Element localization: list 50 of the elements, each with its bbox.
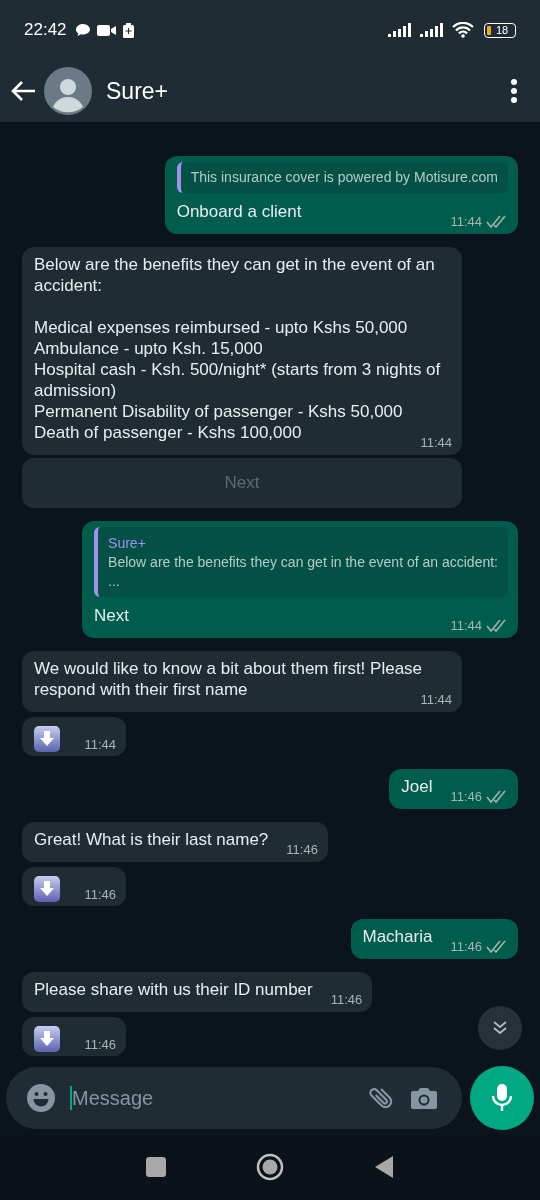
back-icon[interactable]: [374, 1155, 394, 1179]
battery-saver-icon: [122, 22, 134, 38]
message-time: 11:46: [450, 788, 482, 806]
double-chevron-down-icon: [491, 1019, 509, 1037]
quote-text: This insurance cover is powered by Motisure.com: [190, 168, 498, 187]
text-cursor: [70, 1086, 72, 1110]
message-time: 11:44: [450, 213, 482, 231]
download-icon[interactable]: [34, 1026, 60, 1052]
avatar[interactable]: [44, 67, 92, 115]
double-tick-icon: [486, 790, 508, 803]
message-time: 11:46: [330, 991, 363, 1009]
signal-icon: [420, 23, 446, 37]
message-time: 11:46: [84, 1036, 116, 1054]
message-time: 11:46: [450, 938, 482, 956]
message-time: 11:46: [84, 886, 116, 904]
wifi-icon: [452, 22, 474, 38]
video-camera-icon: [96, 23, 117, 37]
message-text: Macharia: [362, 927, 433, 946]
double-tick-icon: [486, 940, 508, 953]
camera-icon[interactable]: [410, 1086, 438, 1110]
chat-title[interactable]: Sure+: [106, 77, 168, 105]
download-icon[interactable]: [34, 726, 60, 752]
message-text: We would like to know a bit about them first! Please respond with their first name: [34, 659, 423, 699]
home-icon[interactable]: [256, 1153, 284, 1181]
chat-bubble-icon: [74, 23, 91, 37]
back-arrow-icon[interactable]: [10, 80, 36, 102]
battery-indicator: 18: [484, 22, 516, 38]
quoted-message[interactable]: Sure+ Below are the benefits they can get in the event of an accident: ...: [94, 527, 508, 597]
emoji-icon[interactable]: [26, 1083, 56, 1113]
message-text: Onboard a client: [176, 202, 302, 221]
message-text: Joel: [401, 777, 433, 796]
message-field[interactable]: Message: [72, 1086, 352, 1110]
double-tick-icon: [486, 619, 508, 632]
message-time: 11:44: [84, 736, 116, 754]
quote-sender: Sure+: [108, 534, 147, 553]
message-text: Great! What is their last name?: [34, 830, 269, 849]
quote-text: Below are the benefits they can get in the event of an accident: ...: [108, 553, 498, 591]
message-time: 11:46: [286, 841, 318, 859]
message-text: Next: [94, 606, 130, 625]
more-options-icon[interactable]: [510, 78, 518, 104]
double-tick-icon: [486, 215, 508, 228]
scroll-down-button[interactable]: [478, 1006, 522, 1050]
signal-icon: [388, 23, 414, 37]
message-text: Please share with us their ID number: [34, 980, 313, 999]
message-time: 11:44: [420, 691, 452, 709]
microphone-icon: [490, 1083, 514, 1113]
quoted-message[interactable]: This insurance cover is powered by Motisure.com: [176, 162, 508, 193]
message-time: 11:44: [450, 617, 482, 635]
status-time: 22:42: [24, 20, 67, 40]
download-icon[interactable]: [34, 876, 60, 902]
